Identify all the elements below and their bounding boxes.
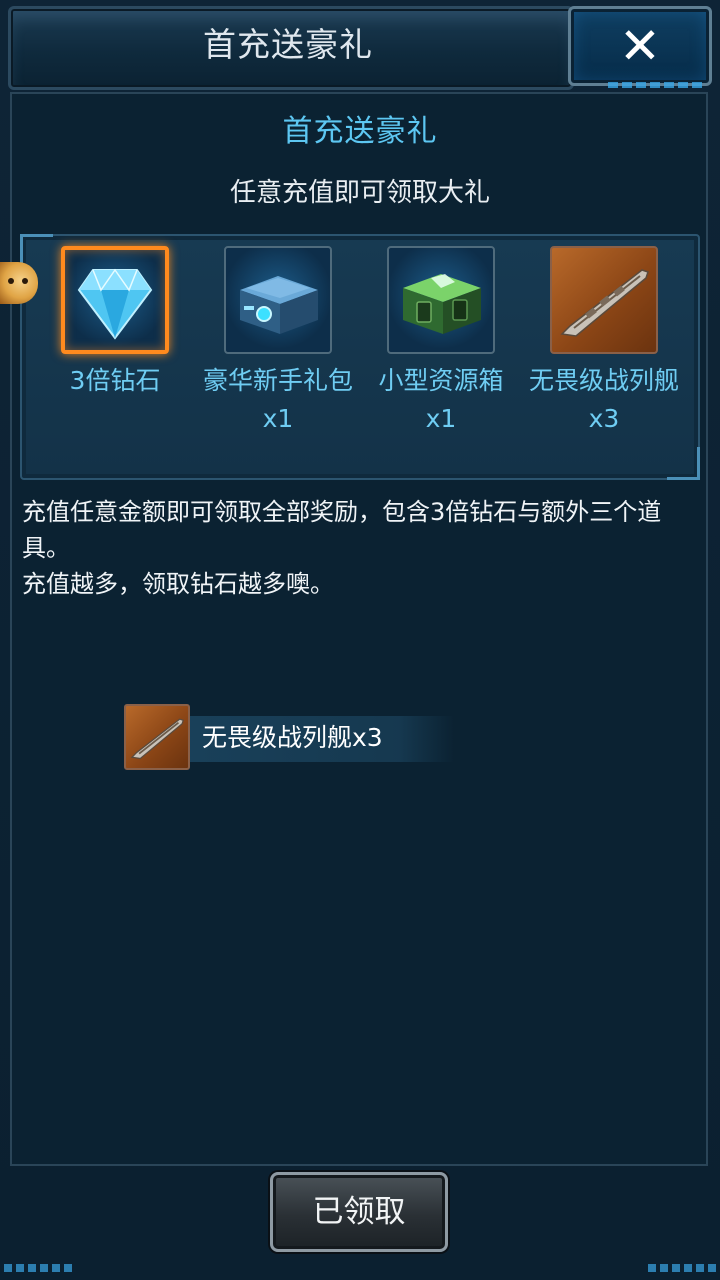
blue-chest-icon (240, 276, 318, 334)
bottom-accent-right (648, 1264, 718, 1272)
reward-tile[interactable] (550, 246, 658, 354)
battleship-icon (130, 718, 184, 760)
reward-tile[interactable] (387, 246, 495, 354)
description-line: 充值越多，领取钻石越多噢。 (22, 570, 334, 598)
bottom-accent-left (4, 1264, 74, 1272)
close-accent-stripe (608, 82, 704, 88)
claimed-button[interactable]: 已领取 (270, 1172, 448, 1252)
close-button[interactable]: ✕ (568, 6, 712, 86)
panel-title: 首充送豪礼 (282, 114, 438, 149)
diamond-icon (77, 268, 153, 340)
description-line: 充值任意金额即可领取全部奖励，包含3倍钻石与额外三个道具。 (22, 498, 662, 562)
panel-subtitle: 任意充值即可领取大礼 (229, 178, 490, 208)
battleship-icon (560, 269, 649, 337)
reward-toast: 无畏级战列舰x3 (124, 704, 454, 770)
toast-text: 无畏级战列舰x3 (202, 723, 383, 752)
description: 充值任意金额即可领取全部奖励，包含3倍钻石与额外三个道具。 充值越多，领取钻石越… (22, 494, 698, 602)
green-chest-icon (403, 274, 481, 334)
toast-thumbnail (124, 704, 190, 770)
reward-label: 无畏级战列舰 x3 (529, 366, 680, 433)
reward-label: 小型资源箱 x1 (378, 366, 504, 433)
reward-label: 豪华新手礼包 x1 (203, 366, 354, 433)
reward-item-newbie-pack[interactable]: 豪华新手礼包 x1 (203, 246, 353, 438)
cat-avatar-icon[interactable] (0, 262, 38, 304)
reward-item-diamond[interactable]: 3倍钻石 (40, 246, 190, 400)
reward-label: 3倍钻石 (69, 366, 161, 395)
reward-item-resource-box[interactable]: 小型资源箱 x1 (366, 246, 516, 438)
corner-decoration (667, 447, 700, 480)
header-title: 首充送豪礼 (203, 25, 373, 64)
close-x-icon: ✕ (619, 17, 661, 75)
reward-item-battleship[interactable]: 无畏级战列舰 x3 (529, 246, 679, 438)
reward-tile[interactable] (224, 246, 332, 354)
reward-tile[interactable] (61, 246, 169, 354)
